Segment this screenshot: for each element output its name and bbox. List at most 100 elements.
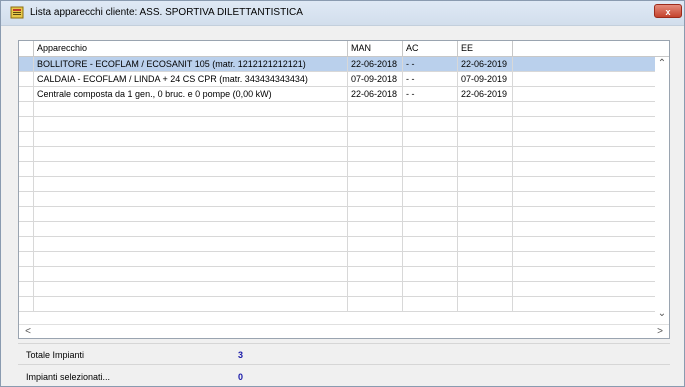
row-indicator-cell [19, 87, 34, 101]
column-header-ac[interactable]: AC [403, 41, 458, 56]
grid-header: Apparecchio MAN AC EE [19, 41, 669, 57]
cell-filler [513, 267, 655, 281]
cell-ee [458, 162, 513, 176]
column-header-ee[interactable]: EE [458, 41, 513, 56]
footer-divider [18, 343, 670, 344]
cell-filler [513, 237, 655, 251]
cell-man [348, 147, 403, 161]
empty-table-row[interactable] [19, 252, 655, 267]
row-indicator-cell [19, 297, 34, 311]
cell-filler [513, 87, 655, 101]
close-button[interactable]: x [654, 4, 682, 18]
cell-ee [458, 102, 513, 116]
row-indicator-cell [19, 102, 34, 116]
row-indicator-cell [19, 177, 34, 191]
footer-divider-2 [18, 364, 670, 365]
cell-ee [458, 282, 513, 296]
empty-table-row[interactable] [19, 192, 655, 207]
vertical-scrollbar[interactable]: ⌃ ⌄ [655, 57, 669, 323]
cell-apparecchio [34, 147, 348, 161]
column-header-apparecchio[interactable]: Apparecchio [34, 41, 348, 56]
cell-man [348, 207, 403, 221]
cell-ee: 07-09-2019 [458, 72, 513, 86]
row-indicator-cell [19, 252, 34, 266]
cell-apparecchio [34, 297, 348, 311]
cell-man [348, 237, 403, 251]
cell-filler [513, 282, 655, 296]
empty-table-row[interactable] [19, 177, 655, 192]
cell-ee [458, 117, 513, 131]
cell-apparecchio [34, 252, 348, 266]
row-indicator-cell [19, 222, 34, 236]
cell-filler [513, 72, 655, 86]
cell-man [348, 222, 403, 236]
app-icon [10, 6, 24, 19]
dialog-window: Lista apparecchi cliente: ASS. SPORTIVA … [0, 0, 685, 387]
cell-apparecchio [34, 237, 348, 251]
row-indicator-cell [19, 72, 34, 86]
header-indicator-cell [19, 41, 34, 56]
horizontal-scrollbar[interactable]: < > [19, 324, 669, 338]
column-header-man[interactable]: MAN [348, 41, 403, 56]
empty-table-row[interactable] [19, 282, 655, 297]
cell-ac [403, 252, 458, 266]
cell-apparecchio [34, 192, 348, 206]
cell-ee: 22-06-2019 [458, 87, 513, 101]
cell-filler [513, 117, 655, 131]
cell-ee [458, 147, 513, 161]
cell-filler [513, 192, 655, 206]
cell-filler [513, 207, 655, 221]
impianti-selezionati-label: Impianti selezionati... [26, 372, 111, 382]
cell-apparecchio: CALDAIA - ECOFLAM / LINDA + 24 CS CPR (m… [34, 72, 348, 86]
empty-table-row[interactable] [19, 162, 655, 177]
empty-table-row[interactable] [19, 222, 655, 237]
cell-apparecchio [34, 177, 348, 191]
empty-table-row[interactable] [19, 297, 655, 312]
cell-apparecchio: BOLLITORE - ECOFLAM / ECOSANIT 105 (matr… [34, 57, 348, 71]
cell-apparecchio [34, 117, 348, 131]
cell-ee [458, 207, 513, 221]
scroll-left-icon[interactable]: < [21, 325, 35, 338]
scroll-right-icon[interactable]: > [653, 325, 667, 338]
row-indicator-cell [19, 192, 34, 206]
row-indicator-cell [19, 207, 34, 221]
table-row[interactable]: CALDAIA - ECOFLAM / LINDA + 24 CS CPR (m… [19, 72, 655, 87]
cell-ac [403, 267, 458, 281]
scroll-up-icon[interactable]: ⌃ [655, 57, 669, 71]
cell-apparecchio: Centrale composta da 1 gen., 0 bruc. e 0… [34, 87, 348, 101]
cell-apparecchio [34, 132, 348, 146]
cell-apparecchio [34, 267, 348, 281]
cell-ac [403, 147, 458, 161]
empty-table-row[interactable] [19, 102, 655, 117]
cell-ac: - - [403, 72, 458, 86]
scroll-down-icon[interactable]: ⌄ [655, 307, 669, 321]
empty-table-row[interactable] [19, 267, 655, 282]
cell-man [348, 267, 403, 281]
table-row[interactable]: BOLLITORE - ECOFLAM / ECOSANIT 105 (matr… [19, 57, 655, 72]
cell-apparecchio [34, 102, 348, 116]
cell-ee [458, 252, 513, 266]
title-bar[interactable]: Lista apparecchi cliente: ASS. SPORTIVA … [1, 1, 684, 26]
grid-rows: BOLLITORE - ECOFLAM / ECOSANIT 105 (matr… [19, 57, 655, 312]
empty-table-row[interactable] [19, 132, 655, 147]
cell-man: 07-09-2018 [348, 72, 403, 86]
cell-ee [458, 192, 513, 206]
cell-apparecchio [34, 222, 348, 236]
cell-ac [403, 297, 458, 311]
cell-man: 22-06-2018 [348, 57, 403, 71]
apparecchi-grid[interactable]: Apparecchio MAN AC EE BOLLITORE - ECOFLA… [18, 40, 670, 339]
cell-ee [458, 237, 513, 251]
empty-table-row[interactable] [19, 147, 655, 162]
cell-apparecchio [34, 282, 348, 296]
cell-filler [513, 102, 655, 116]
empty-table-row[interactable] [19, 117, 655, 132]
empty-table-row[interactable] [19, 207, 655, 222]
cell-man [348, 252, 403, 266]
cell-ee [458, 132, 513, 146]
table-row[interactable]: Centrale composta da 1 gen., 0 bruc. e 0… [19, 87, 655, 102]
impianti-selezionati-value: 0 [238, 372, 244, 382]
row-indicator-cell [19, 267, 34, 281]
window-title: Lista apparecchi cliente: ASS. SPORTIVA … [30, 7, 303, 18]
empty-table-row[interactable] [19, 237, 655, 252]
cell-apparecchio [34, 207, 348, 221]
